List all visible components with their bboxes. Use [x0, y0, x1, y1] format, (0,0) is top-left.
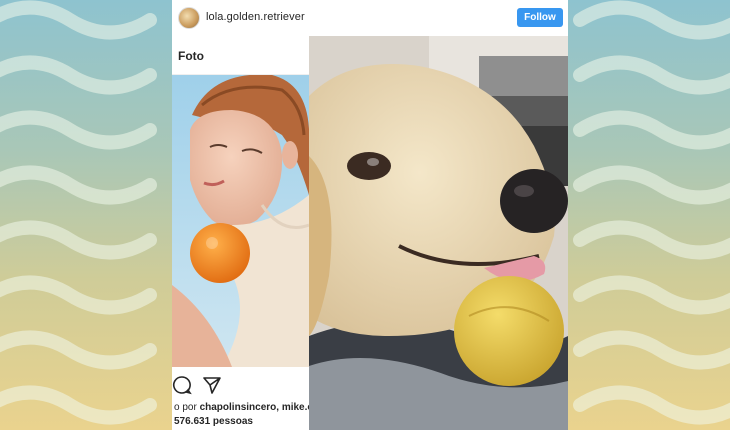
- follow-button[interactable]: Follow: [517, 8, 563, 27]
- post-header: lola.golden.retriever Follow: [172, 0, 568, 37]
- avatar[interactable]: [178, 7, 200, 29]
- username[interactable]: lola.golden.retriever: [206, 11, 305, 23]
- embedded-post-panel: Foto o por chapolinsincero, mike.ch 576.…: [172, 36, 310, 430]
- embedded-post-header: Foto: [172, 36, 309, 75]
- comment-icon[interactable]: [172, 375, 192, 395]
- people-count: 576.631 pessoas: [174, 416, 253, 427]
- liked-by-users[interactable]: chapolinsincero, mike.ch: [200, 402, 309, 413]
- action-bar: [172, 369, 309, 399]
- woman-with-orange-photo: [172, 75, 309, 367]
- liked-by-prefix: o por: [174, 402, 200, 413]
- share-icon[interactable]: [202, 375, 222, 395]
- embedded-post-title: Foto: [178, 49, 204, 63]
- instagram-post: lola.golden.retriever Follow Foto o por …: [172, 0, 568, 430]
- liked-by-text: o por chapolinsincero, mike.ch: [174, 402, 309, 413]
- golden-retriever-photo: [309, 36, 568, 430]
